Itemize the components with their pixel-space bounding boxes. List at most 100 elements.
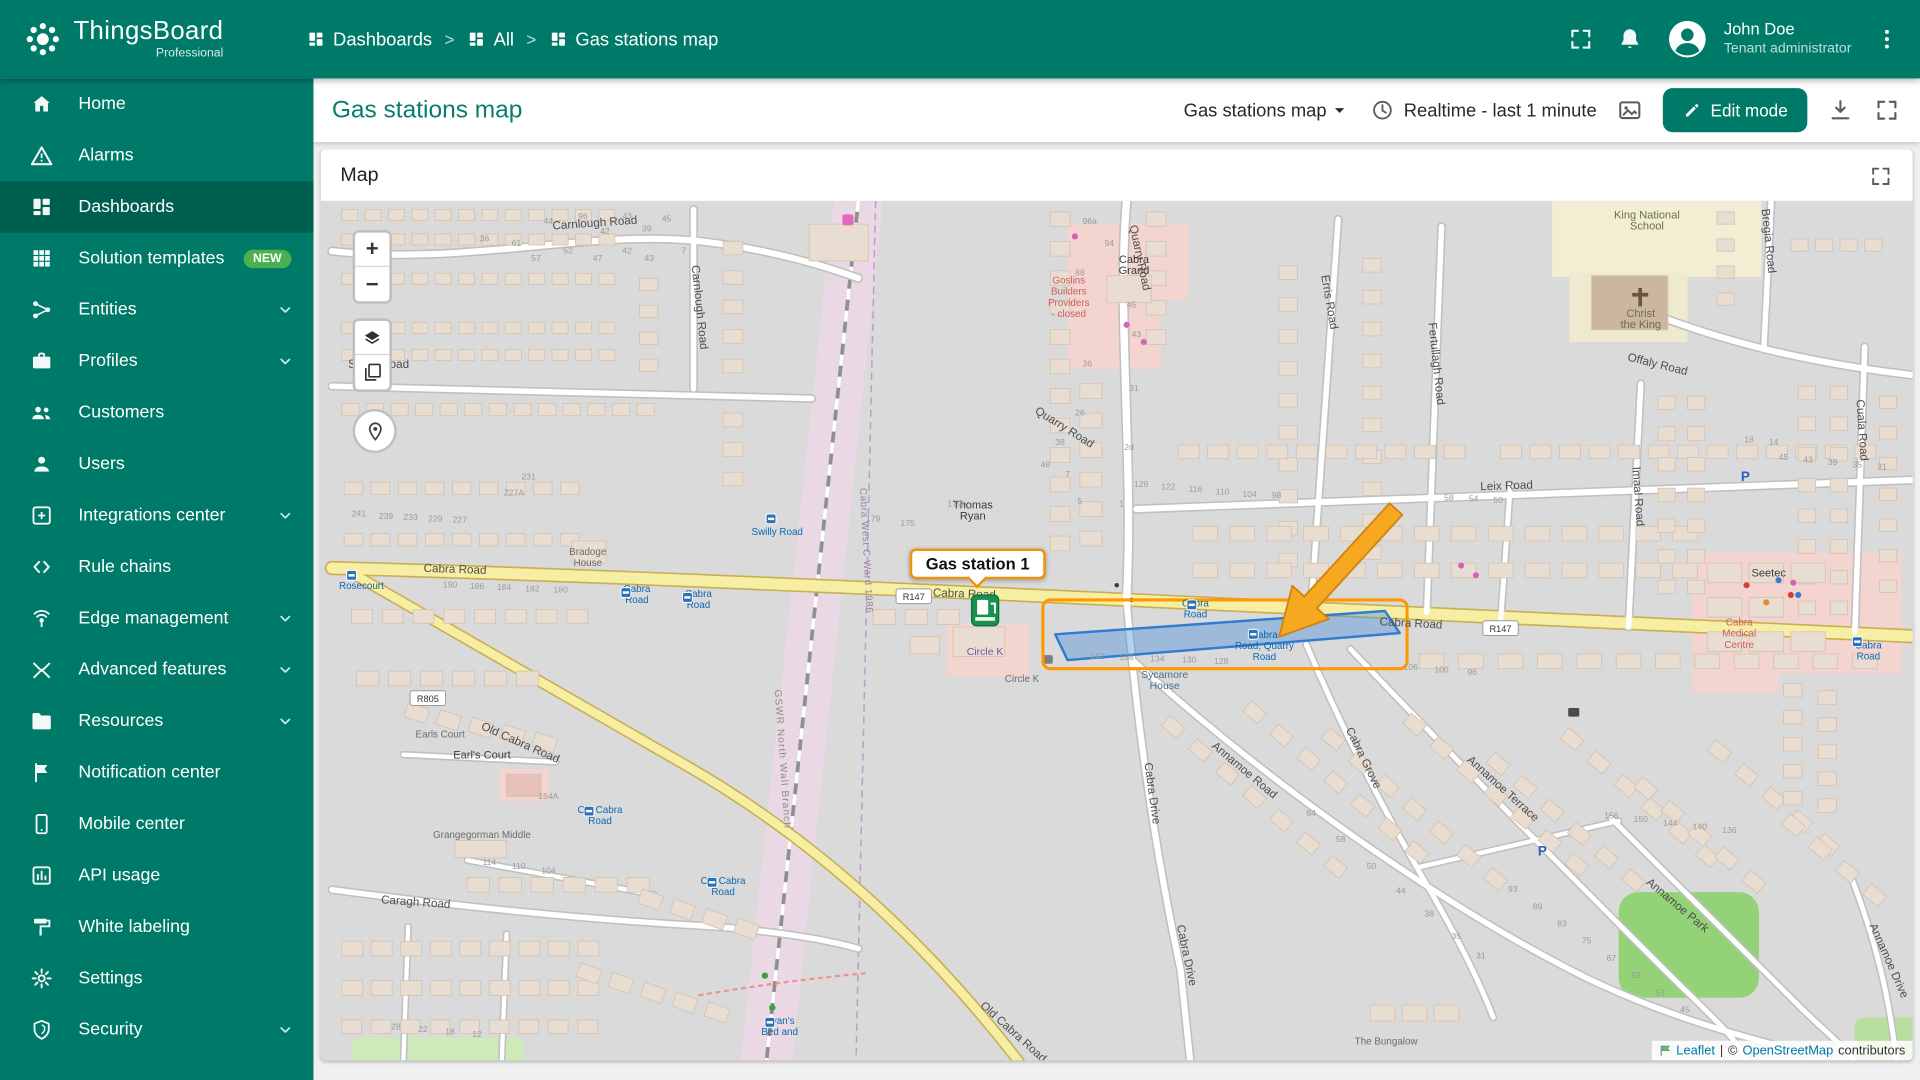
sidebar-item-resources[interactable]: Resources xyxy=(0,696,313,747)
svg-text:31: 31 xyxy=(1877,462,1887,472)
zoom-control: + − xyxy=(352,230,392,304)
sidebar-item-label: Profiles xyxy=(78,351,138,372)
sidebar-item-alarms[interactable]: Alarms xyxy=(0,130,313,181)
sidebar-item-label: Notification center xyxy=(78,762,221,783)
svg-text:104: 104 xyxy=(541,866,556,876)
api-icon xyxy=(29,863,53,887)
app-window: ThingsBoard Professional Dashboards > All >… xyxy=(0,0,1920,1080)
svg-text:227: 227 xyxy=(453,515,468,525)
svg-text:7: 7 xyxy=(681,246,686,256)
svg-text:The Bungalow: The Bungalow xyxy=(1355,1036,1419,1047)
svg-text:R147: R147 xyxy=(903,592,925,602)
breadcrumb-item[interactable]: Gas stations map xyxy=(548,29,718,50)
svg-text:150: 150 xyxy=(1634,814,1649,824)
svg-text:61: 61 xyxy=(512,238,522,248)
sidebar-item-edge-management[interactable]: Edge management xyxy=(0,593,313,644)
sidebar-item-label: Security xyxy=(78,1020,143,1040)
sidebar-item-api-usage[interactable]: API usage xyxy=(0,850,313,901)
svg-text:98: 98 xyxy=(1272,490,1282,500)
layers-button[interactable] xyxy=(355,321,390,356)
zoom-out-button[interactable]: − xyxy=(355,267,389,301)
svg-text:R147: R147 xyxy=(1490,624,1512,634)
fullscreen-button[interactable] xyxy=(1567,26,1594,53)
breadcrumb-label: Dashboards xyxy=(333,28,433,50)
sidebar-item-entities[interactable]: Entities xyxy=(0,284,313,335)
svg-text:75: 75 xyxy=(1582,936,1592,946)
brand-logo[interactable]: ThingsBoard Professional xyxy=(22,18,306,60)
clock-icon xyxy=(1371,98,1395,122)
sidebar-item-label: Advanced features xyxy=(78,660,227,680)
leaflet-flag-icon xyxy=(1659,1044,1671,1056)
sidebar-item-advanced-features[interactable]: Advanced features xyxy=(0,644,313,695)
brand-name: ThingsBoard xyxy=(73,17,224,46)
svg-text:130: 130 xyxy=(1182,655,1197,665)
sidebar-item-white-labeling[interactable]: White labeling xyxy=(0,901,313,952)
leaflet-link[interactable]: Leaflet xyxy=(1676,1043,1715,1058)
map-widget: Map R147 R147 R805 Carnlough Road Carnlo… xyxy=(320,149,1913,1061)
dashboards-icon xyxy=(467,29,487,49)
osm-link[interactable]: OpenStreetMap xyxy=(1742,1043,1833,1058)
download-button[interactable] xyxy=(1827,97,1854,124)
locate-button[interactable] xyxy=(352,408,397,454)
brand-text: ThingsBoard Professional xyxy=(73,18,223,60)
gas-station-marker[interactable] xyxy=(970,594,1000,627)
breadcrumb-separator: > xyxy=(526,29,537,49)
sidebar-item-security[interactable]: Security xyxy=(0,1004,313,1055)
widget-expand-button[interactable] xyxy=(1869,164,1893,188)
svg-text:43: 43 xyxy=(1132,329,1142,339)
map-type-button[interactable] xyxy=(355,355,389,389)
dashboard-image-button[interactable] xyxy=(1616,97,1643,124)
entities-icon xyxy=(29,298,53,322)
svg-text:182: 182 xyxy=(525,583,540,593)
timewindow-button[interactable]: Realtime - last 1 minute xyxy=(1371,98,1597,122)
svg-text:Leix Road: Leix Road xyxy=(1480,478,1533,493)
notifications-button[interactable] xyxy=(1616,26,1643,53)
breadcrumb-item[interactable]: Dashboards xyxy=(306,29,432,50)
gas-station-tooltip[interactable]: Gas station 1 xyxy=(909,548,1046,580)
sidebar-item-settings[interactable]: Settings xyxy=(0,953,313,1004)
thingsboard-logo-icon xyxy=(22,18,64,60)
user-avatar[interactable] xyxy=(1665,17,1709,61)
breadcrumb-label: All xyxy=(493,28,514,50)
sidebar-item-integrations-center[interactable]: Integrations center xyxy=(0,490,313,541)
chevron-down-icon xyxy=(274,710,296,732)
svg-text:CabraGrand: Cabra Grand xyxy=(1119,254,1150,277)
timewindow-label: Realtime - last 1 minute xyxy=(1403,99,1597,121)
sidebar-item-label: Entities xyxy=(78,300,137,320)
dashboards-icon xyxy=(306,29,326,49)
svg-text:39: 39 xyxy=(642,224,652,234)
svg-text:52: 52 xyxy=(563,246,573,256)
sidebar-item-profiles[interactable]: Profiles xyxy=(0,336,313,387)
widget-header: Map xyxy=(321,149,1913,200)
map-container[interactable]: R147 R147 R805 Carnlough Road Carnlough Roa… xyxy=(320,200,1913,1061)
svg-text:233: 233 xyxy=(403,512,418,522)
sidebar-item-solution-templates[interactable]: Solution templates NEW xyxy=(0,233,313,284)
svg-text:164A: 164A xyxy=(538,791,558,801)
sidebar-item-customers[interactable]: Customers xyxy=(0,387,313,438)
svg-text:93: 93 xyxy=(1508,884,1518,894)
svg-text:138: 138 xyxy=(1119,652,1134,662)
chevron-down-icon xyxy=(274,299,296,321)
sidebar-item-mobile-center[interactable]: Mobile center xyxy=(0,798,313,849)
sidebar-item-home[interactable]: Home xyxy=(0,78,313,129)
more-menu-button[interactable] xyxy=(1873,26,1900,53)
map-canvas[interactable]: R147R147R805 Carnlough RoadCarnlough Roa… xyxy=(320,200,1913,1061)
dashboard-state-selector[interactable]: Gas stations map xyxy=(1184,99,1351,121)
sidebar-item-rule-chains[interactable]: Rule chains xyxy=(0,541,313,592)
svg-text:180: 180 xyxy=(554,585,569,595)
svg-text:P: P xyxy=(1538,843,1547,858)
attribution-separator: | xyxy=(1719,1043,1724,1058)
sidebar-item-label: Customers xyxy=(78,402,165,423)
sidebar-item-dashboards[interactable]: Dashboards xyxy=(0,181,314,233)
svg-text:231: 231 xyxy=(522,472,537,482)
zoom-in-button[interactable]: + xyxy=(355,233,390,267)
sidebar-item-label: Resources xyxy=(78,711,164,732)
sidebar-item-users[interactable]: Users xyxy=(0,438,313,489)
security-icon xyxy=(29,1018,53,1042)
edit-mode-button[interactable]: Edit mode xyxy=(1662,88,1808,133)
sidebar-item-notification-center[interactable]: Notification center xyxy=(0,747,313,798)
expand-dashboard-button[interactable] xyxy=(1873,97,1900,124)
svg-text:122: 122 xyxy=(1161,481,1176,491)
breadcrumb-item[interactable]: All xyxy=(467,29,514,50)
svg-text:58: 58 xyxy=(1444,492,1454,502)
